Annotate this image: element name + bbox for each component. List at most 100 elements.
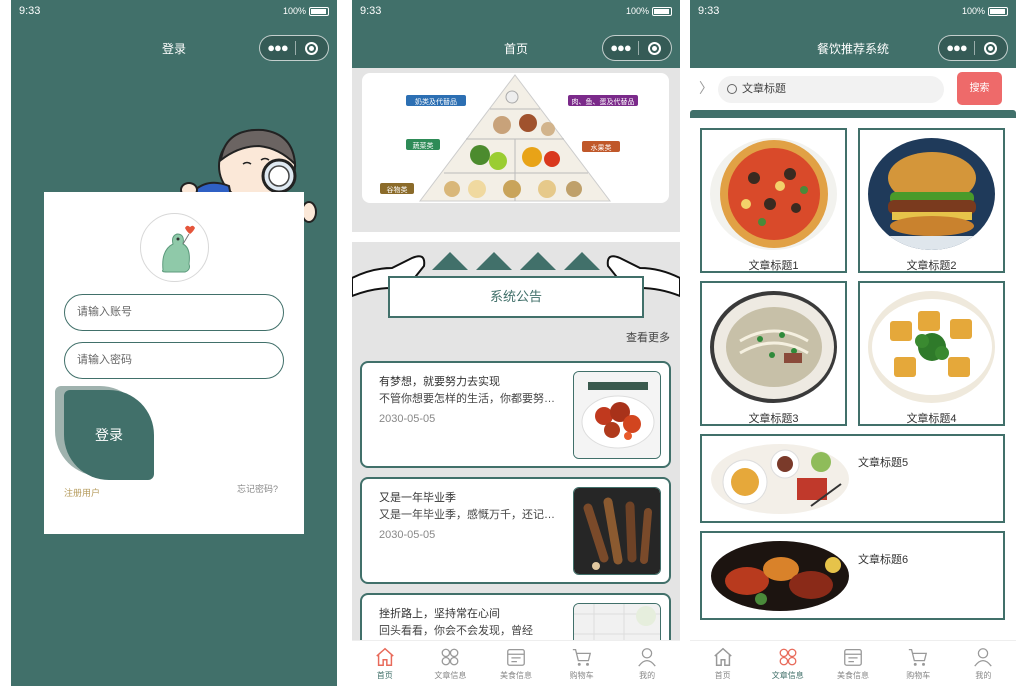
search-button[interactable]: 搜索 (957, 72, 1002, 105)
user-icon (974, 648, 993, 667)
article-title: 文章标题2 (906, 260, 957, 272)
close-target-icon[interactable] (296, 41, 328, 55)
tab-food[interactable]: 美食信息 (820, 641, 885, 686)
tab-cart[interactable]: 购物车 (886, 641, 951, 686)
home-icon (376, 647, 394, 666)
news-summary: 回头看看，你会不会发现，曾经 (379, 625, 533, 637)
tab-label: 购物车 (569, 671, 594, 680)
status-time: 9:33 (360, 5, 382, 17)
battery-text: 100% (961, 6, 985, 16)
bottom-tab-bar: 首页 文章信息 美食信息 购物车 我的 (690, 640, 1016, 686)
article-image-pizza (710, 138, 837, 250)
tab-label: 文章信息 (771, 671, 804, 680)
login-card: 请输入账号 请输入密码 登录 注册用户 忘记密码? (44, 192, 304, 534)
article-card[interactable]: 文章标题5 (700, 434, 1005, 523)
app-logo-avatar (140, 213, 209, 282)
article-icon (441, 648, 459, 666)
article-card[interactable]: 文章标题2 (858, 128, 1005, 273)
close-target-icon[interactable] (975, 41, 1007, 55)
search-input[interactable]: 文章标题 (718, 76, 944, 103)
tab-home[interactable]: 首页 (352, 641, 418, 686)
tab-label: 我的 (975, 671, 992, 680)
tab-label: 首页 (376, 671, 393, 680)
pyramid-label-dairy: 奶类及代替品 (415, 97, 457, 106)
search-bar: 〉 文章标题 搜索 (690, 68, 1016, 110)
forgot-password-link[interactable]: 忘记密码? (237, 482, 278, 495)
battery-icon (652, 6, 672, 16)
article-card[interactable]: 文章标题6 (700, 531, 1005, 620)
tab-label: 美食信息 (499, 671, 532, 680)
status-battery: 100% (283, 6, 329, 16)
account-input[interactable]: 请输入账号 (64, 294, 284, 331)
news-card[interactable]: 又是一年毕业季 又是一年毕业季，感慨万千，还记得当年 2030-05-05 (360, 477, 671, 584)
article-image-platter (711, 444, 849, 514)
tab-label: 美食信息 (837, 671, 869, 680)
article-icon (779, 648, 797, 666)
article-list-screen: 9:33 100% 餐饮推荐系统 ●●● 〉 文章标题 搜索 文章标题1 文章标… (690, 0, 1016, 686)
status-time: 9:33 (19, 5, 41, 17)
news-title: 挫折路上，坚持常在心间 (379, 608, 500, 620)
notice-title: 系统公告 (388, 276, 644, 318)
chevron-right-icon[interactable]: 〉 (699, 78, 713, 98)
food-icon (507, 649, 525, 666)
article-title: 文章标题4 (906, 413, 957, 425)
pyramid-label-grain: 谷物类 (387, 185, 408, 194)
login-screen: 9:33 100% 登录 ●●● 请输入账号 请输入密码 登录 注册用户 忘记密… (11, 0, 337, 686)
home-icon (713, 647, 732, 666)
status-time: 9:33 (698, 5, 720, 17)
login-topbar: 9:33 100% 登录 ●●● (11, 0, 337, 68)
news-summary: 不管你想要怎样的生活，你都要努力去争取 (379, 393, 559, 405)
article-image-noodles (710, 291, 837, 403)
news-title: 有梦想，就要努力去实现 (379, 376, 500, 388)
battery-text: 100% (625, 6, 649, 16)
password-input[interactable]: 请输入密码 (64, 342, 284, 379)
more-dots-icon[interactable]: ●●● (939, 35, 974, 61)
tab-cart[interactable]: 购物车 (549, 641, 615, 686)
article-image-feast (711, 541, 849, 611)
article-title: 文章标题5 (858, 457, 909, 469)
tab-profile[interactable]: 我的 (951, 641, 1016, 686)
battery-icon (988, 6, 1008, 16)
tab-label: 我的 (639, 671, 656, 680)
list-header-strip (690, 110, 1016, 118)
bottom-tab-bar: 首页 文章信息 美食信息 购物车 我的 (352, 640, 680, 686)
article-title: 文章标题3 (748, 413, 799, 425)
status-battery: 100% (626, 6, 672, 16)
pyramid-label-vegetable: 蔬菜类 (413, 141, 434, 150)
news-summary: 又是一年毕业季，感慨万千，还记得当年 (379, 509, 559, 521)
search-icon (727, 84, 737, 94)
news-thumbnail (573, 487, 661, 575)
home-screen: 9:33 100% 首页 ●●● 奶类及代替品 肉、鱼、蛋及代替品 蔬菜类 水果… (352, 0, 680, 686)
list-topbar: 9:33 100% 餐饮推荐系统 ●●● (690, 0, 1016, 68)
tab-food[interactable]: 美食信息 (483, 641, 549, 686)
food-pyramid-banner[interactable]: 奶类及代替品 肉、鱼、蛋及代替品 蔬菜类 水果类 谷物类 (362, 73, 669, 203)
article-card[interactable]: 文章标题4 (858, 281, 1005, 426)
section-divider (352, 232, 680, 242)
register-link[interactable]: 注册用户 (64, 486, 100, 499)
food-icon (844, 649, 862, 666)
view-more-link[interactable]: 查看更多 (626, 329, 670, 345)
news-date: 2030-05-05 (379, 529, 436, 541)
home-topbar: 9:33 100% 首页 ●●● (352, 0, 680, 68)
mini-program-capsule[interactable]: ●●● (259, 35, 329, 61)
user-icon (638, 648, 656, 667)
tab-profile[interactable]: 我的 (614, 641, 680, 686)
tab-home[interactable]: 首页 (690, 641, 755, 686)
close-target-icon[interactable] (639, 41, 671, 55)
tab-articles[interactable]: 文章信息 (755, 641, 820, 686)
news-title: 又是一年毕业季 (379, 492, 456, 504)
more-dots-icon[interactable]: ●●● (260, 35, 295, 61)
login-button[interactable]: 登录 (64, 390, 154, 480)
mini-program-capsule[interactable]: ●●● (938, 35, 1008, 61)
food-pyramid-image: 奶类及代替品 肉、鱼、蛋及代替品 蔬菜类 水果类 谷物类 (380, 74, 638, 202)
mini-program-capsule[interactable]: ●●● (602, 35, 672, 61)
article-card[interactable]: 文章标题3 (700, 281, 847, 426)
article-image-tofu (868, 291, 995, 403)
article-card[interactable]: 文章标题1 (700, 128, 847, 273)
search-input-value: 文章标题 (742, 83, 786, 95)
tab-articles[interactable]: 文章信息 (418, 641, 484, 686)
tab-label: 文章信息 (434, 671, 467, 680)
more-dots-icon[interactable]: ●●● (603, 35, 638, 61)
status-battery: 100% (962, 6, 1008, 16)
news-card[interactable]: 有梦想，就要努力去实现 不管你想要怎样的生活，你都要努力去争取 2030-05-… (360, 361, 671, 468)
